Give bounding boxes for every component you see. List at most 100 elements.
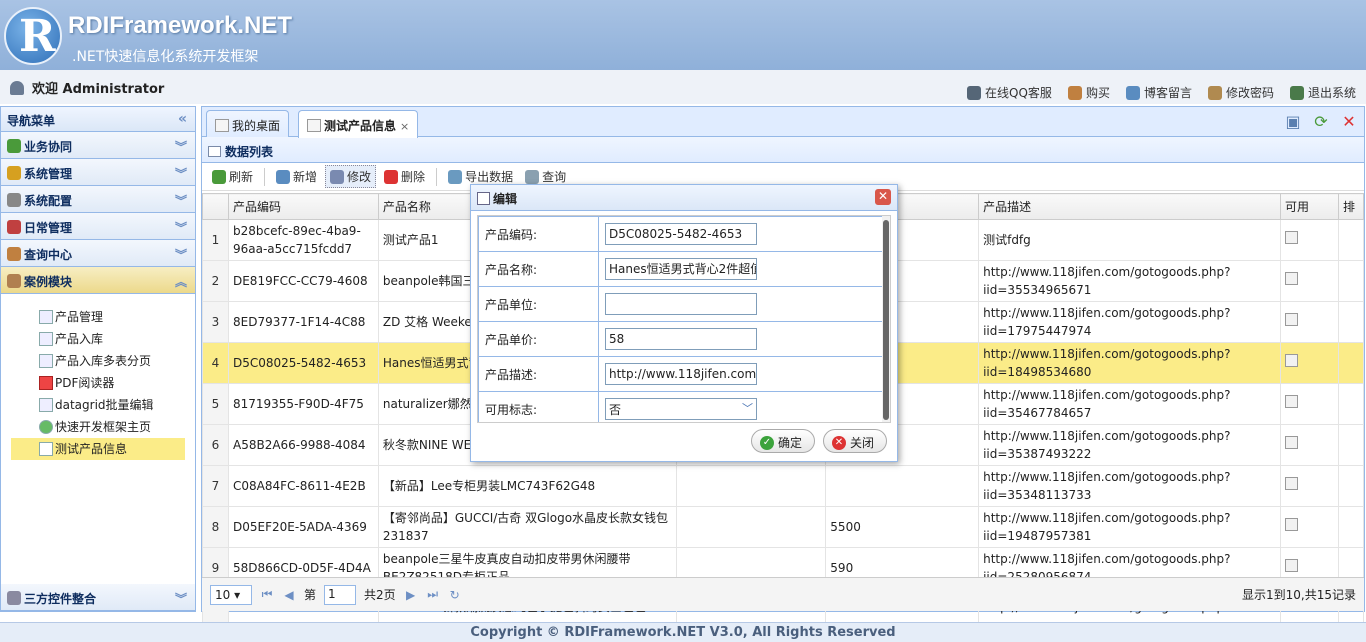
header-banner: R RDIFramework.NET .NET快速信息化系统开发框架 bbox=[0, 0, 1366, 70]
key-icon bbox=[1207, 85, 1222, 100]
fullscreen-icon[interactable]: ▣ bbox=[1284, 113, 1302, 131]
code-input[interactable]: D5C08025-5482-4653 bbox=[605, 223, 757, 245]
last-page-icon[interactable]: ⏭ bbox=[426, 587, 440, 602]
desc-input[interactable]: http://www.118jifen.com/gotogoods.php bbox=[605, 363, 757, 385]
delete-button[interactable]: 删除 bbox=[380, 166, 429, 187]
close-tab-icon[interactable]: × bbox=[400, 120, 409, 133]
cell-sort bbox=[1337, 465, 1365, 507]
sidebar-group-system[interactable]: 系统管理 ︾ bbox=[1, 159, 195, 186]
first-page-icon[interactable]: ⏮ bbox=[260, 587, 274, 602]
enabled-checkbox[interactable] bbox=[1285, 477, 1299, 490]
prev-page-icon[interactable]: ◀ bbox=[282, 588, 296, 602]
sidebar-group-query[interactable]: 查询中心 ︾ bbox=[1, 240, 195, 267]
logo-icon: R bbox=[4, 7, 62, 65]
tab-tools: ▣ ⟳ ✕ bbox=[1284, 113, 1358, 131]
row-number: 4 bbox=[202, 342, 229, 384]
sidebar-group-daily[interactable]: 日常管理 ︾ bbox=[1, 213, 195, 240]
toplink-blog[interactable]: 博客留言 bbox=[1125, 84, 1192, 101]
enabled-checkbox[interactable] bbox=[1285, 272, 1299, 285]
tab-desktop[interactable]: 我的桌面 bbox=[206, 110, 290, 137]
cell-code: 8ED79377-1F14-4C88 bbox=[227, 301, 379, 343]
label-desc: 产品描述: bbox=[478, 356, 599, 392]
chevron-down-icon: ︾ bbox=[174, 167, 187, 181]
next-page-icon[interactable]: ▶ bbox=[404, 588, 418, 602]
add-icon bbox=[276, 169, 291, 184]
tab-test-product[interactable]: 测试产品信息 × bbox=[298, 110, 419, 138]
close-all-icon[interactable]: ✕ bbox=[1340, 113, 1358, 131]
sidebar-item-homepage[interactable]: 快速开发框架主页 bbox=[11, 416, 185, 438]
col-header-enabled[interactable]: 可用 bbox=[1280, 193, 1339, 220]
cell-sort bbox=[1337, 301, 1365, 343]
cancel-button[interactable]: ✕ 关闭 bbox=[822, 429, 887, 453]
table-row[interactable]: 7 C08A84FC-8611-4E2B 【新品】Lee专柜男装LMC743F62G… bbox=[202, 465, 1365, 507]
toplink-logout[interactable]: 退出系统 bbox=[1289, 84, 1356, 101]
refresh-button[interactable]: 刷新 bbox=[208, 166, 257, 187]
close-icon[interactable]: ✕ bbox=[875, 189, 891, 205]
refresh-tab-icon[interactable]: ⟳ bbox=[1312, 113, 1330, 131]
system-icon bbox=[7, 166, 21, 180]
check-icon: ✓ bbox=[759, 435, 774, 450]
cell-enabled bbox=[1280, 301, 1339, 343]
add-button[interactable]: 新增 bbox=[272, 166, 321, 187]
row-number: 6 bbox=[202, 424, 229, 466]
globe-icon bbox=[39, 420, 53, 434]
top-links: 在线QQ客服 购买 博客留言 修改密码 退出系统 bbox=[967, 84, 1356, 101]
row-number: 3 bbox=[202, 301, 229, 343]
rownum-header bbox=[202, 193, 229, 220]
sidebar-item-product-mgmt[interactable]: 产品管理 bbox=[11, 306, 185, 328]
sidebar-item-pdf[interactable]: PDF阅读器 bbox=[11, 372, 185, 394]
cell-desc: http://www.118jifen.com/gotogoods.php?ii… bbox=[978, 260, 1282, 302]
dialog-scrollbar[interactable] bbox=[882, 216, 890, 422]
cell-enabled bbox=[1280, 260, 1339, 302]
sidebar-item-test-product[interactable]: 测试产品信息 bbox=[11, 438, 185, 460]
col-header-code[interactable]: 产品编码 bbox=[227, 193, 379, 220]
cell-code: DE819FCC-CC79-4608 bbox=[227, 260, 379, 302]
grid-icon bbox=[39, 310, 53, 324]
name-input[interactable]: Hanes恒适男式背心2件超值装 bbox=[605, 258, 757, 280]
sidebar-item-datagrid[interactable]: datagrid批量编辑 bbox=[11, 394, 185, 416]
row-number: 1 bbox=[202, 219, 229, 261]
enabled-select[interactable]: 否 ﹀ bbox=[605, 398, 757, 420]
price-input[interactable]: 58 bbox=[605, 328, 757, 350]
col-header-desc[interactable]: 产品描述 bbox=[978, 193, 1282, 220]
toplink-password[interactable]: 修改密码 bbox=[1207, 84, 1274, 101]
user-icon bbox=[10, 81, 24, 95]
cart-icon bbox=[1067, 85, 1082, 100]
sidebar-item-product-in[interactable]: 产品入库 bbox=[11, 328, 185, 350]
chevron-down-icon: ︾ bbox=[174, 221, 187, 235]
enabled-checkbox[interactable] bbox=[1285, 354, 1299, 367]
sidebar-group-cases[interactable]: 案例模块 ︽ bbox=[1, 267, 195, 294]
cell-desc: http://www.118jifen.com/gotogoods.php?ii… bbox=[978, 342, 1282, 384]
dialog-body: 产品编码: D5C08025-5482-4653 产品名称: Hanes恒适男式背心… bbox=[477, 215, 891, 423]
collapse-icon[interactable]: « bbox=[178, 111, 187, 127]
enabled-checkbox[interactable] bbox=[1285, 395, 1299, 408]
enabled-checkbox[interactable] bbox=[1285, 313, 1299, 326]
col-header-sort[interactable]: 排 bbox=[1337, 193, 1365, 220]
sidebar-item-product-in-paging[interactable]: 产品入库多表分页 bbox=[11, 350, 185, 372]
unit-input[interactable] bbox=[605, 293, 757, 315]
tab-strip: 我的桌面 测试产品信息 × ▣ ⟳ ✕ bbox=[202, 107, 1364, 138]
cell-enabled bbox=[1280, 383, 1339, 425]
enabled-checkbox[interactable] bbox=[1285, 436, 1299, 449]
chevron-down-icon: ︾ bbox=[174, 248, 187, 262]
sidebar-group-config[interactable]: 系统配置 ︾ bbox=[1, 186, 195, 213]
total-pages: 共2页 bbox=[364, 588, 396, 602]
enabled-checkbox[interactable] bbox=[1285, 231, 1299, 244]
ok-button[interactable]: ✓ 确定 bbox=[750, 429, 815, 453]
sidebar-group-thirdparty[interactable]: 三方控件整合 ︾ bbox=[1, 584, 195, 611]
reload-icon[interactable]: ↻ bbox=[448, 588, 462, 602]
edit-button[interactable]: 修改 bbox=[325, 165, 377, 188]
enabled-checkbox[interactable] bbox=[1285, 559, 1299, 572]
toplink-buy[interactable]: 购买 bbox=[1067, 84, 1110, 101]
pagination-bar: 10 ▾ ⏮ ◀ 第 1 共2页 ▶ ⏭ ↻ 显示1到10,共15记录 bbox=[202, 577, 1364, 611]
sidebar-group-collab[interactable]: 业务协同 ︾ bbox=[1, 132, 195, 159]
page-size-select[interactable]: 10 ▾ bbox=[210, 584, 252, 605]
cancel-icon: ✕ bbox=[831, 435, 846, 450]
cell-enabled bbox=[1280, 465, 1339, 507]
page-input[interactable]: 1 bbox=[324, 584, 357, 605]
enabled-checkbox[interactable] bbox=[1285, 518, 1299, 531]
table-row[interactable]: 8 D05EF20E-5ADA-4369 【寄邻尚品】GUCCI/古奇 双Glogo… bbox=[202, 506, 1365, 548]
row-number: 2 bbox=[202, 260, 229, 302]
page-label: 第 bbox=[304, 588, 317, 602]
toplink-qq[interactable]: 在线QQ客服 bbox=[967, 84, 1052, 101]
